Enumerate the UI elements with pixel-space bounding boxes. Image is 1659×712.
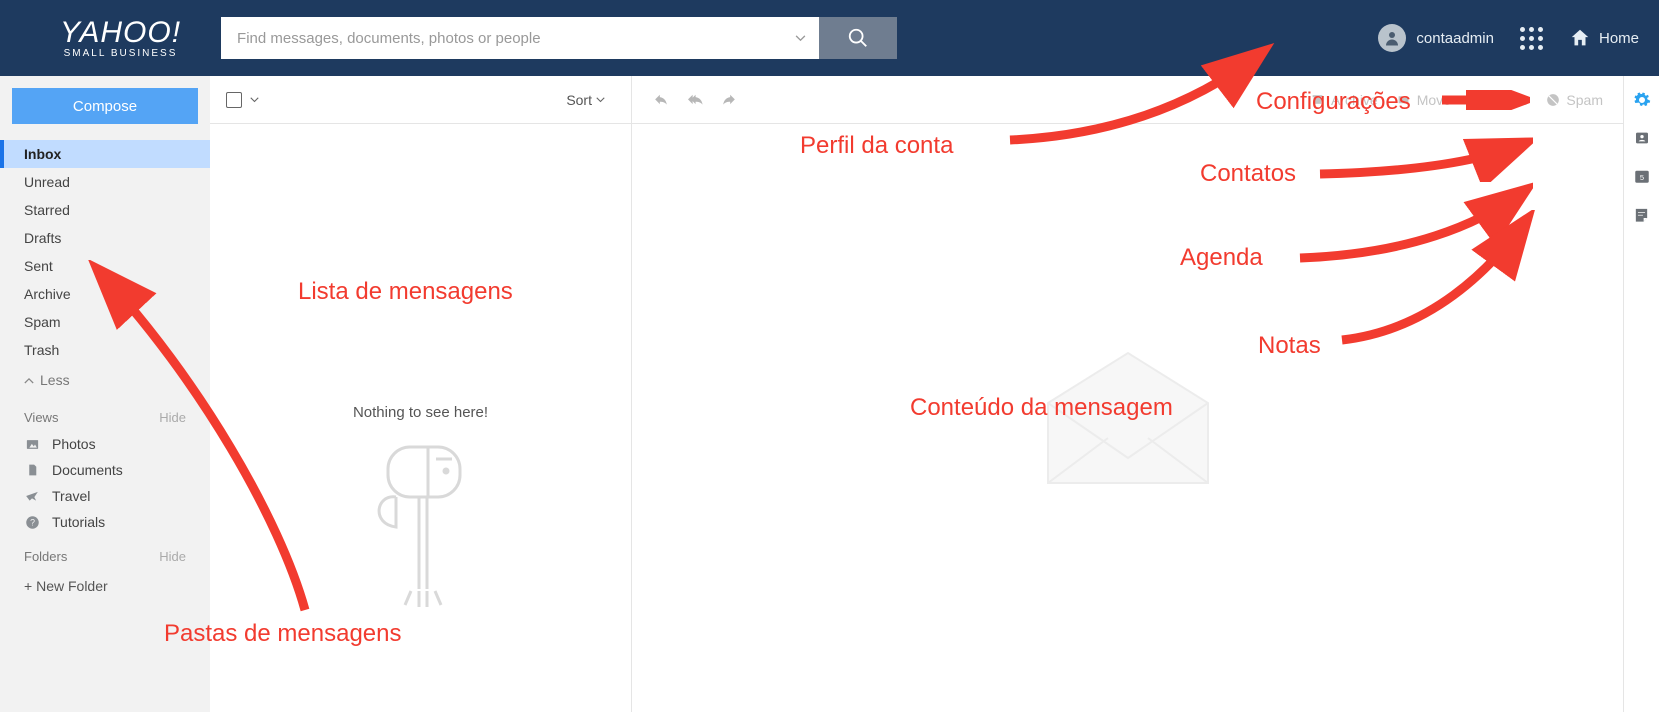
empty-mailbox-illustration: [366, 439, 476, 609]
account-menu[interactable]: contaadmin: [1378, 24, 1494, 52]
archive-icon: [1310, 93, 1325, 106]
forward-icon[interactable]: [720, 93, 738, 107]
new-folder-button[interactable]: + New Folder: [0, 570, 210, 602]
view-travel[interactable]: Travel: [0, 483, 210, 509]
delete-label: Delete: [1488, 92, 1528, 108]
collapse-folders[interactable]: Less: [0, 364, 210, 396]
home-label: Home: [1599, 30, 1639, 47]
folder-move-icon: [1396, 93, 1411, 106]
spam-label: Spam: [1566, 92, 1603, 108]
action-toolbar: Archive Move Delete Spam: [632, 76, 1623, 124]
chevron-down-icon: [596, 97, 605, 103]
folder-unread[interactable]: Unread: [0, 168, 210, 196]
view-label: Photos: [52, 436, 96, 452]
reading-body: [632, 124, 1623, 712]
notes-icon: [1633, 206, 1650, 223]
views-section-header: Views Hide: [0, 396, 210, 431]
message-list-pane: Sort Nothing to see here!: [210, 76, 632, 712]
folder-archive[interactable]: Archive: [0, 280, 210, 308]
right-rail: 5: [1623, 76, 1659, 712]
message-list-body: Nothing to see here!: [210, 124, 631, 712]
sidebar: Compose Inbox Unread Starred Drafts Sent…: [0, 76, 210, 712]
folders-hide[interactable]: Hide: [159, 549, 186, 564]
select-all-checkbox[interactable]: [226, 92, 242, 108]
reply-icon[interactable]: [652, 93, 670, 107]
main-layout: Compose Inbox Unread Starred Drafts Sent…: [0, 76, 1659, 712]
compose-button[interactable]: Compose: [12, 88, 198, 124]
move-action[interactable]: Move: [1396, 92, 1451, 108]
image-icon: [24, 437, 40, 452]
user-icon: [1383, 29, 1401, 47]
search-icon: [847, 27, 869, 49]
archive-action[interactable]: Archive: [1310, 92, 1378, 108]
account-name: contaadmin: [1416, 30, 1494, 47]
avatar: [1378, 24, 1406, 52]
calendar-icon: 5: [1633, 167, 1651, 185]
view-tutorials[interactable]: ? Tutorials: [0, 509, 210, 535]
spam-action[interactable]: Spam: [1546, 92, 1603, 108]
travel-icon: [24, 489, 40, 503]
view-label: Tutorials: [52, 514, 105, 530]
folders-title: Folders: [24, 549, 67, 564]
search-button[interactable]: [819, 17, 897, 59]
reply-all-icon[interactable]: [684, 93, 706, 107]
search-bar: [221, 17, 897, 59]
contacts-button[interactable]: [1632, 128, 1652, 148]
search-scope-dropdown[interactable]: [781, 17, 819, 59]
home-link[interactable]: Home: [1569, 27, 1639, 49]
folder-spam[interactable]: Spam: [0, 308, 210, 336]
empty-state-text: Nothing to see here!: [210, 404, 631, 421]
search-input[interactable]: [221, 17, 781, 59]
chevron-up-icon: [24, 377, 34, 384]
gear-icon: [1633, 91, 1651, 109]
spam-icon: [1546, 93, 1560, 107]
folder-trash[interactable]: Trash: [0, 336, 210, 364]
home-icon: [1569, 27, 1591, 49]
settings-button[interactable]: [1632, 90, 1652, 110]
delete-action[interactable]: Delete: [1469, 92, 1528, 108]
apps-launcher[interactable]: [1520, 27, 1543, 50]
empty-envelope-illustration: [1038, 343, 1218, 493]
notes-button[interactable]: [1632, 204, 1652, 224]
move-label: Move: [1417, 92, 1451, 108]
calendar-button[interactable]: 5: [1632, 166, 1652, 186]
folder-drafts[interactable]: Drafts: [0, 224, 210, 252]
folders-section-header: Folders Hide: [0, 535, 210, 570]
help-icon: ?: [24, 515, 40, 530]
folder-sent[interactable]: Sent: [0, 252, 210, 280]
brand-logo: YAHOO! SMALL BUSINESS: [60, 17, 181, 59]
views-hide[interactable]: Hide: [159, 410, 186, 425]
sort-menu[interactable]: Sort: [566, 92, 615, 108]
new-folder-label: New Folder: [36, 578, 108, 594]
archive-label: Archive: [1331, 92, 1378, 108]
svg-text:5: 5: [1639, 173, 1643, 182]
view-documents[interactable]: Documents: [0, 457, 210, 483]
brand-sub-text: SMALL BUSINESS: [60, 49, 181, 60]
list-toolbar: Sort: [210, 76, 631, 124]
contacts-icon: [1633, 130, 1651, 146]
svg-text:?: ?: [30, 517, 35, 527]
chevron-down-icon: [795, 35, 806, 42]
plus-icon: +: [24, 578, 36, 594]
reading-pane: Archive Move Delete Spam: [632, 76, 1623, 712]
trash-icon: [1469, 92, 1482, 107]
view-photos[interactable]: Photos: [0, 431, 210, 457]
header-right: contaadmin Home: [1378, 24, 1639, 52]
app-header: YAHOO! SMALL BUSINESS contaadmin Home: [0, 0, 1659, 76]
view-label: Documents: [52, 462, 123, 478]
brand-main-text: YAHOO!: [60, 17, 181, 49]
document-icon: [24, 462, 40, 478]
sort-label: Sort: [566, 92, 592, 108]
chevron-down-icon[interactable]: [250, 97, 259, 103]
view-label: Travel: [52, 488, 90, 504]
less-label: Less: [40, 372, 70, 388]
folder-starred[interactable]: Starred: [0, 196, 210, 224]
folder-inbox[interactable]: Inbox: [0, 140, 210, 168]
views-title: Views: [24, 410, 58, 425]
